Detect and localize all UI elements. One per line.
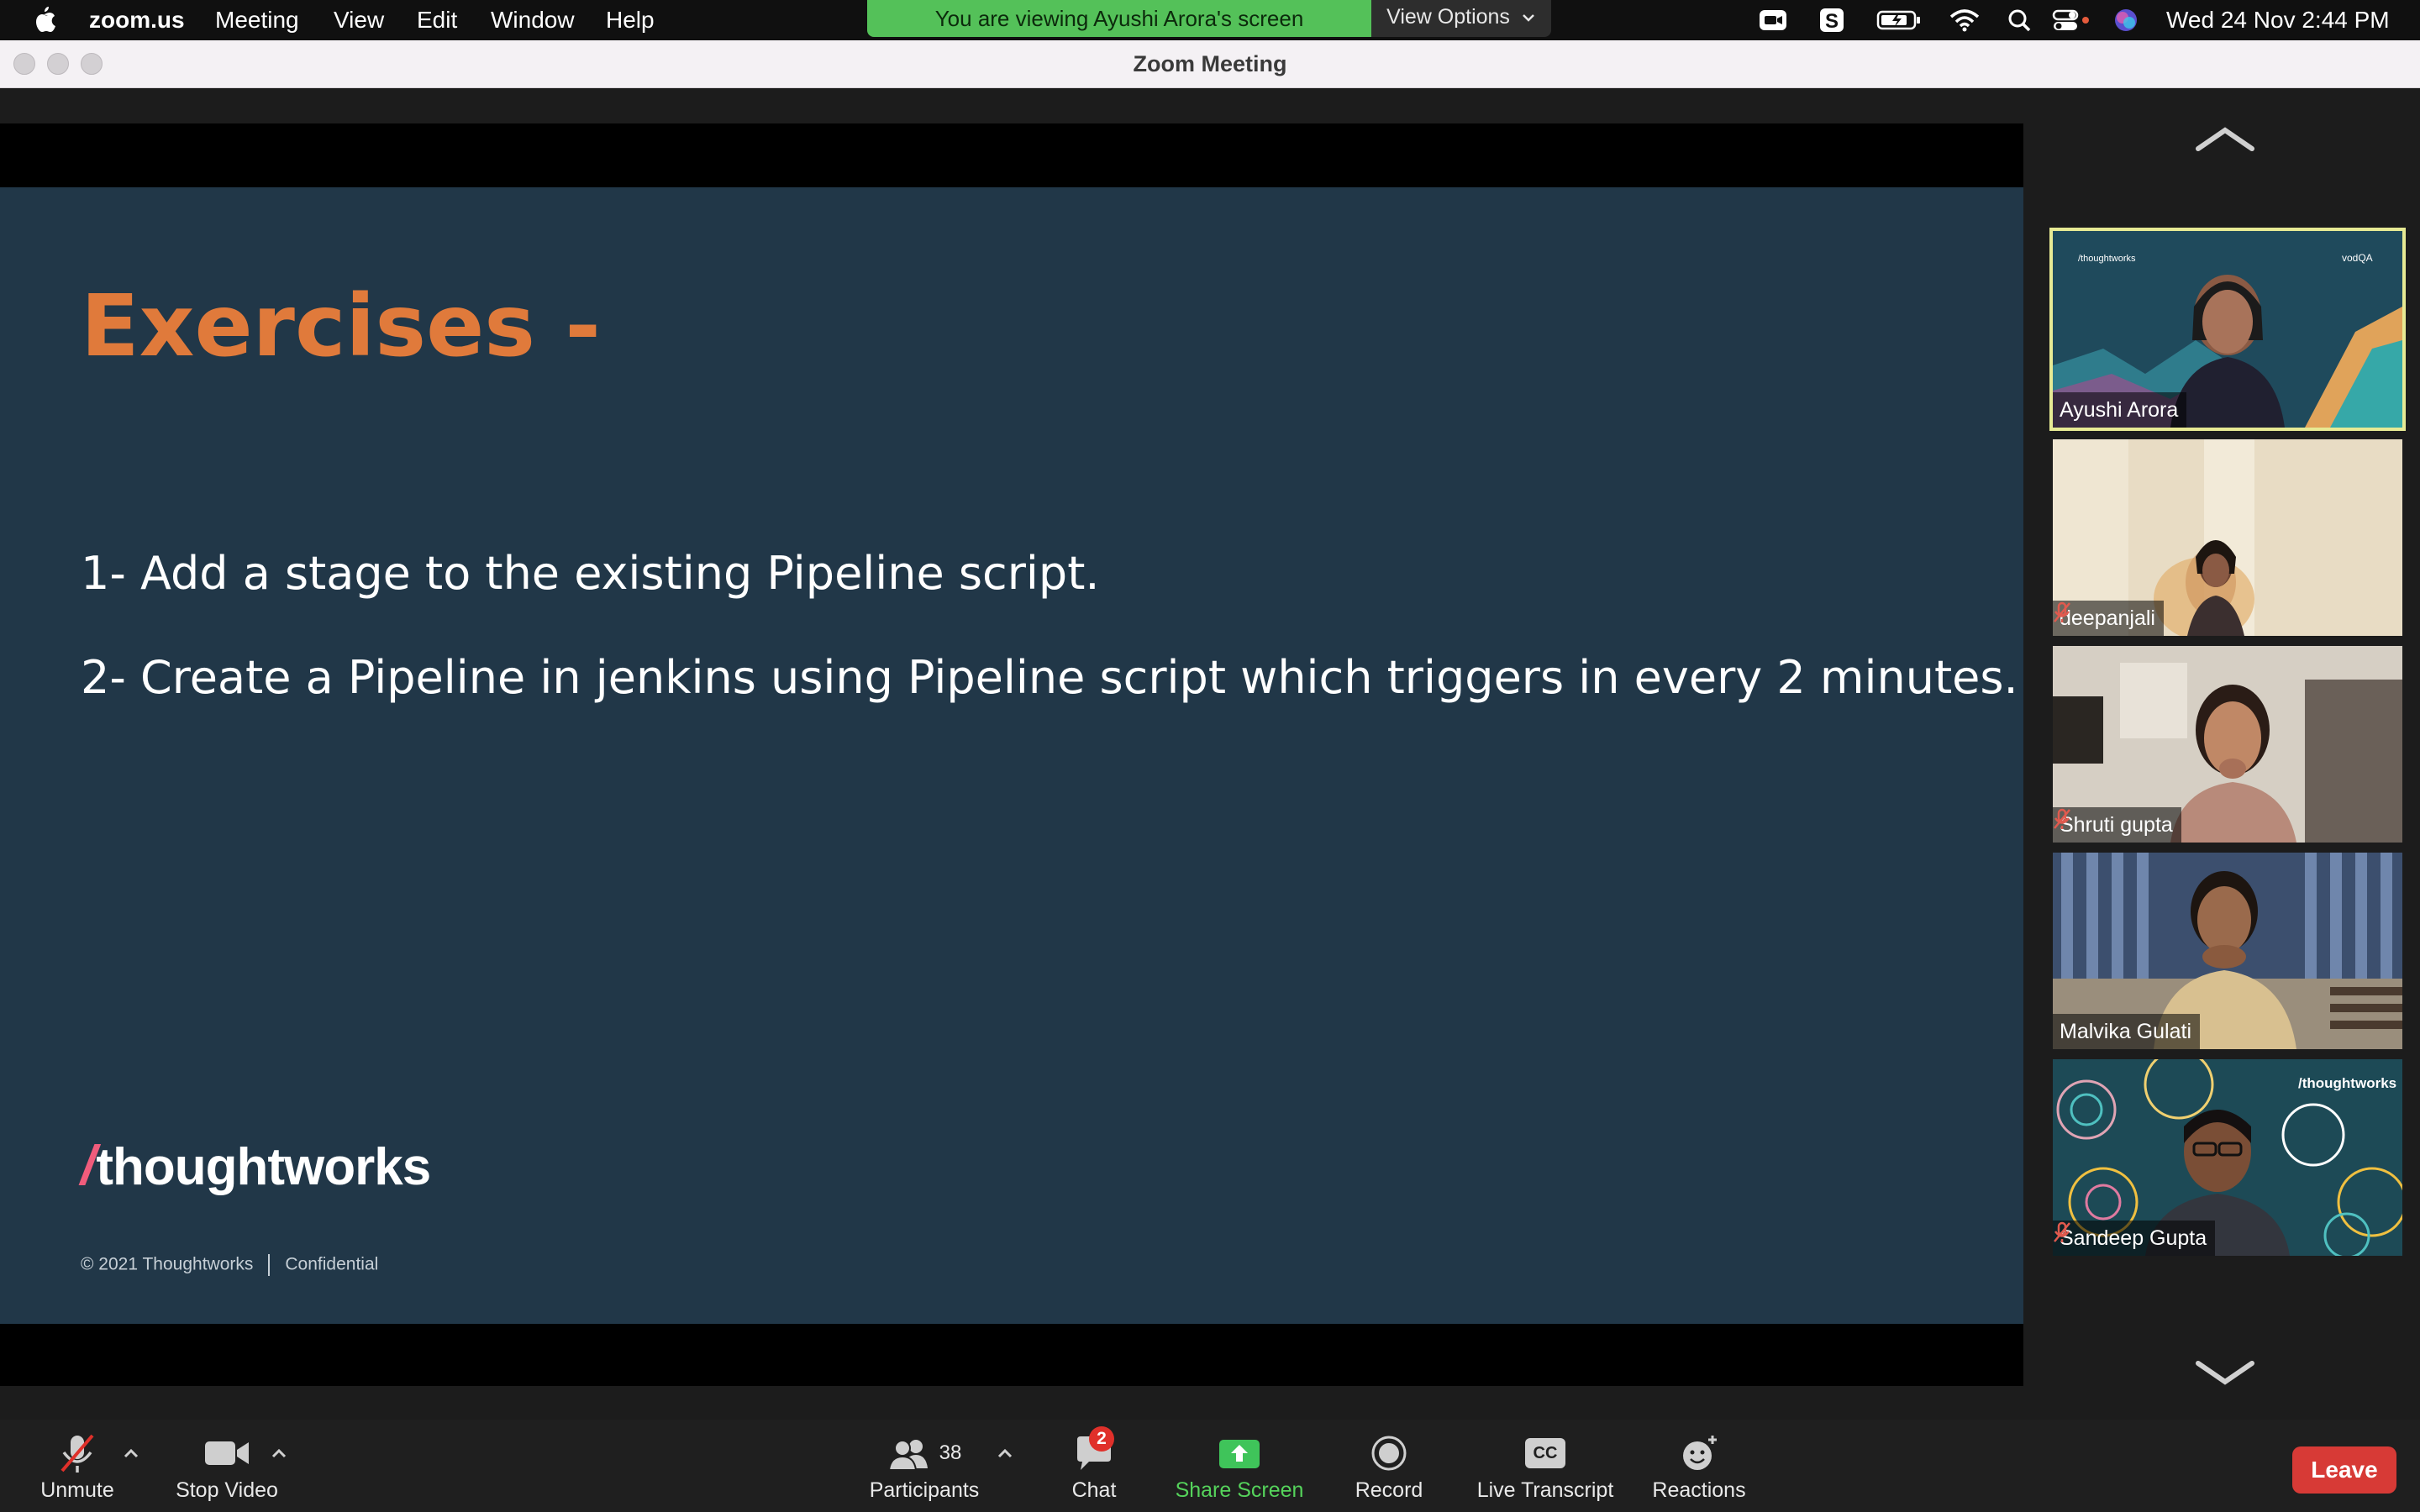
muted-mic-icon — [60, 1434, 94, 1473]
video-tile-deepanjali[interactable]: deepanjali — [2053, 439, 2402, 636]
video-options-chevron-up-icon[interactable] — [269, 1445, 289, 1462]
live-transcript-label: Live Transcript — [1476, 1478, 1614, 1502]
chevron-up-icon[interactable] — [2193, 123, 2257, 154]
video-tile-ayushi-arora[interactable]: /thoughtworks vodQA Ayushi Arora — [2049, 228, 2406, 431]
logo-slash: / — [81, 1134, 97, 1196]
share-screen-button[interactable]: Share Screen — [1168, 1431, 1311, 1503]
app-menu[interactable]: zoom.us — [89, 5, 185, 35]
window-title-bar: Zoom Meeting — [0, 40, 2420, 88]
s-icon[interactable]: S — [1815, 7, 1849, 34]
meeting-stage: Exercises - 1- Add a stage to the existi… — [0, 88, 2420, 1420]
participant-name-label: Shruti gupta — [2053, 807, 2181, 843]
presentation-slide: Exercises - 1- Add a stage to the existi… — [0, 187, 2023, 1324]
closed-captions-icon: CC — [1525, 1438, 1565, 1468]
slide-line-2: 2- Create a Pipeline in jenkins using Pi… — [81, 651, 2018, 704]
chat-unread-badge: 2 — [1089, 1426, 1114, 1452]
video-gallery: /thoughtworks vodQA Ayushi Arora deepanj… — [2025, 88, 2420, 1420]
svg-text:S: S — [1825, 10, 1839, 33]
participant-name: deepanjali — [2060, 606, 2155, 630]
unmute-button[interactable]: Unmute — [27, 1431, 128, 1503]
footer-copyright: © 2021 Thoughtworks — [81, 1254, 254, 1274]
apple-icon[interactable] — [29, 3, 59, 37]
menu-window[interactable]: Window — [491, 5, 575, 35]
participant-name: Malvika Gulati — [2053, 1014, 2200, 1049]
clock[interactable]: Wed 24 Nov 2:44 PM — [2166, 5, 2390, 35]
menu-help[interactable]: Help — [606, 5, 655, 35]
svg-text:/thoughtworks: /thoughtworks — [2078, 254, 2136, 264]
wifi-icon[interactable] — [1948, 7, 1981, 34]
video-camera-icon — [205, 1441, 249, 1465]
live-transcript-button[interactable]: CC Live Transcript — [1469, 1431, 1622, 1503]
view-options-button[interactable]: View Options — [1371, 0, 1551, 37]
participant-name-label: Sandeep Gupta — [2053, 1221, 2216, 1256]
video-tile-shruti-gupta[interactable]: Shruti gupta — [2053, 646, 2402, 843]
participants-icon — [887, 1440, 928, 1470]
meeting-toolbar: Unmute Stop Video 38 Participants 2 Chat… — [0, 1420, 2420, 1512]
closed-captions-icon-text: CC — [1533, 1444, 1558, 1462]
reactions-button[interactable]: Reactions — [1647, 1431, 1751, 1503]
video-tile-sandeep-gupta[interactable]: /thoughtworks Sandeep Gupta — [2053, 1059, 2402, 1256]
add-reaction-icon — [1683, 1436, 1717, 1470]
reactions-label: Reactions — [1652, 1478, 1746, 1502]
svg-text:vodQA: vodQA — [2342, 252, 2373, 264]
share-screen-icon — [1219, 1440, 1260, 1468]
view-options-label: View Options — [1386, 5, 1510, 29]
siri-icon[interactable] — [2111, 7, 2141, 34]
search-icon[interactable] — [2003, 7, 2037, 34]
logo-word: thoughtworks — [96, 1138, 431, 1196]
shared-screen-area[interactable]: Exercises - 1- Add a stage to the existi… — [0, 123, 2023, 1386]
menu-meeting[interactable]: Meeting — [215, 5, 299, 35]
leave-button[interactable]: Leave — [2292, 1446, 2396, 1494]
chat-button[interactable]: 2 Chat — [1060, 1426, 1128, 1503]
slide-footer: © 2021 Thoughtworks Confidential — [81, 1254, 378, 1276]
control-center-icon[interactable] — [2050, 7, 2094, 34]
participants-button[interactable]: 38 Participants — [865, 1431, 983, 1503]
participant-name: Sandeep Gupta — [2060, 1226, 2207, 1250]
svg-text:/thoughtworks: /thoughtworks — [2298, 1075, 2396, 1091]
share-screen-label: Share Screen — [1175, 1478, 1304, 1502]
record-label: Record — [1355, 1478, 1423, 1502]
slide-title: Exercises - — [81, 276, 601, 376]
slide-line-1: 1- Add a stage to the existing Pipeline … — [81, 547, 1100, 600]
footer-confidential: Confidential — [285, 1254, 379, 1274]
participants-options-chevron-up-icon[interactable] — [995, 1445, 1015, 1462]
video-tile-malvika-gulati[interactable]: Malvika Gulati — [2053, 853, 2402, 1049]
thoughtworks-logo: /thoughtworks — [81, 1133, 431, 1200]
window-title: Zoom Meeting — [1133, 51, 1287, 76]
menu-view[interactable]: View — [334, 5, 384, 35]
participants-label: Participants — [869, 1478, 980, 1502]
muted-mic-icon — [2054, 808, 2070, 829]
participant-name-label: deepanjali — [2053, 601, 2164, 636]
muted-mic-icon — [2054, 601, 2070, 622]
participants-count: 38 — [939, 1441, 962, 1464]
record-icon — [1371, 1436, 1407, 1471]
unmute-label: Unmute — [40, 1478, 114, 1502]
zoom-icon[interactable] — [1756, 7, 1790, 34]
menu-bar: zoom.us Meeting View Edit Window Help Yo… — [0, 0, 2420, 40]
footer-divider — [268, 1254, 271, 1276]
stop-video-label: Stop Video — [176, 1478, 278, 1502]
battery-icon[interactable] — [1876, 7, 1923, 34]
chevron-down-icon[interactable] — [2193, 1358, 2257, 1389]
stop-video-button[interactable]: Stop Video — [168, 1431, 286, 1503]
record-button[interactable]: Record — [1349, 1431, 1428, 1503]
chat-label: Chat — [1071, 1478, 1117, 1502]
menu-edit[interactable]: Edit — [417, 5, 457, 35]
participant-name: Shruti gupta — [2060, 813, 2173, 837]
audio-options-chevron-up-icon[interactable] — [121, 1445, 141, 1462]
screen-share-banner: You are viewing Ayushi Arora's screen — [867, 0, 1371, 37]
participant-name: Ayushi Arora — [2053, 392, 2187, 428]
chevron-down-icon — [1523, 14, 1534, 23]
muted-mic-icon — [2054, 1221, 2070, 1242]
